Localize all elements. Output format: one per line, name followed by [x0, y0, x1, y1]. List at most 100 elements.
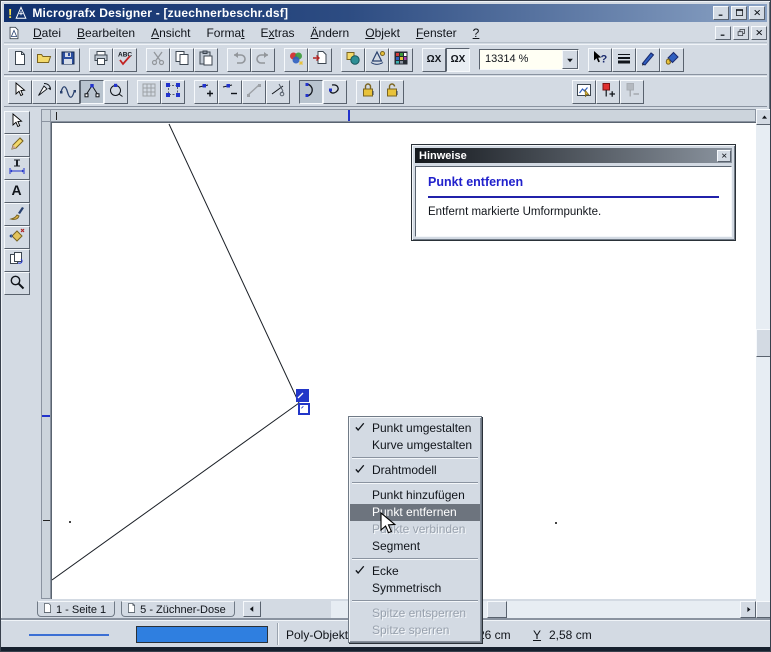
spellcheck-button[interactable]: ABC [113, 48, 137, 72]
remove-point-button[interactable] [218, 80, 242, 104]
hints-title-bar[interactable]: Hinweise [415, 148, 732, 163]
selected-node-handle[interactable] [296, 389, 309, 402]
magnifier-icon [9, 274, 25, 293]
print-button[interactable] [89, 48, 113, 72]
pinremove-icon [624, 82, 640, 101]
folder-icon [36, 50, 52, 69]
fillstyle-icon [664, 50, 680, 69]
page-copy-tool[interactable] [4, 249, 30, 272]
main-toolbar: ABC ΩXΩX 13314 %? [4, 44, 767, 75]
undo-icon [231, 50, 247, 69]
cut-button [146, 48, 170, 72]
preview-button[interactable] [572, 80, 596, 104]
menu-separator [352, 597, 478, 605]
minimize-button[interactable] [713, 6, 729, 20]
document-icon[interactable] [6, 25, 21, 40]
title-bar[interactable]: ! Micrografx Designer - [zuechnerbeschr.… [4, 4, 767, 22]
select-tool[interactable] [4, 111, 30, 134]
scroll-right-button[interactable] [740, 601, 756, 618]
vertical-scroll-thumb[interactable] [756, 329, 771, 357]
arrow-icon [12, 82, 28, 101]
helpptr-icon: ? [592, 50, 608, 69]
open-curve-button[interactable] [299, 80, 323, 104]
menu-bearbeiten[interactable]: Bearbeiten [69, 24, 143, 42]
save-button[interactable] [56, 48, 80, 72]
select-all-points-button[interactable] [161, 80, 185, 104]
menu-[interactable]: ? [465, 24, 488, 42]
menu-extras[interactable]: Extras [252, 24, 302, 42]
copy-button[interactable] [170, 48, 194, 72]
node-handle[interactable] [298, 403, 310, 415]
maximize-button[interactable] [731, 6, 747, 20]
menu-fenster[interactable]: Fenster [408, 24, 465, 42]
menu-format[interactable]: Format [198, 24, 252, 42]
doc-close-button[interactable] [751, 26, 767, 40]
chevron-down-icon[interactable] [562, 50, 578, 69]
context-help-button[interactable]: ? [588, 48, 612, 72]
menu-item-punkt-hinzufügen[interactable]: Punkt hinzufügen [350, 487, 480, 504]
rotate-3d-button[interactable] [365, 48, 389, 72]
menu-item-symmetrisch[interactable]: Symmetrisch [350, 580, 480, 597]
edit-points-button[interactable] [80, 80, 104, 104]
page-tab-5-züchner-dose[interactable]: 5 - Züchner-Dose [121, 601, 235, 617]
zoom-combo[interactable]: 13314 % [479, 49, 579, 70]
closed-curve-button[interactable] [323, 80, 347, 104]
symbols-active-button[interactable]: ΩX [446, 48, 470, 72]
toolbar-separator [290, 80, 299, 104]
paste-icon [198, 50, 214, 69]
shapes-button[interactable] [341, 48, 365, 72]
freehand-tool[interactable] [4, 134, 30, 157]
fill-style-button[interactable] [660, 48, 684, 72]
menu-item-punkt-umgestalten[interactable]: Punkt umgestalten [350, 420, 480, 437]
hints-close-button[interactable] [717, 150, 731, 162]
paste-button[interactable] [194, 48, 218, 72]
color-replace-button[interactable] [284, 48, 308, 72]
close-button[interactable] [749, 6, 765, 20]
cut-point-button[interactable] [266, 80, 290, 104]
fill-color-swatch[interactable] [136, 626, 268, 643]
line-style-preview[interactable] [29, 634, 109, 636]
text-tool[interactable]: A [4, 180, 30, 203]
new-button[interactable] [8, 48, 32, 72]
menu-ansicht[interactable]: Ansicht [143, 24, 198, 42]
tab-scroll-left-button[interactable] [243, 601, 261, 617]
line-width-button[interactable] [612, 48, 636, 72]
menu-item-ecke[interactable]: Ecke [350, 563, 480, 580]
menu-item-punkt-entfernen[interactable]: Punkt entfernen [350, 504, 480, 521]
pen-style-button[interactable] [636, 48, 660, 72]
rotatetool-icon [36, 82, 52, 101]
page-tab-1-seite-1[interactable]: 1 - Seite 1 [37, 601, 115, 617]
menu-item-drahtmodell[interactable]: Drahtmodell [350, 462, 480, 479]
lock-button[interactable] [356, 80, 380, 104]
horizontal-scroll-thumb[interactable] [487, 601, 507, 618]
brush-tool[interactable] [4, 203, 30, 226]
reshape-tool-button[interactable] [56, 80, 80, 104]
symbols-button[interactable]: ΩX [422, 48, 446, 72]
open-button[interactable] [32, 48, 56, 72]
transform-tool[interactable] [4, 226, 30, 249]
menu-item-label: Segment [372, 539, 420, 553]
status-divider [277, 623, 278, 645]
vertical-ruler [41, 122, 51, 599]
menu-item-segment[interactable]: Segment [350, 538, 480, 555]
menu-datei[interactable]: Datei [25, 24, 69, 42]
rotate-tool-button[interactable] [32, 80, 56, 104]
scroll-up-button[interactable] [756, 109, 771, 125]
vertical-scrollbar[interactable] [756, 109, 771, 618]
import-button[interactable] [308, 48, 332, 72]
reshape-closed-button[interactable] [104, 80, 128, 104]
dimension-tool[interactable] [4, 157, 30, 180]
scissors-icon [150, 50, 166, 69]
unlock-button[interactable] [380, 80, 404, 104]
add-point-button[interactable] [194, 80, 218, 104]
filltransform-icon [9, 228, 25, 247]
menu-item-kurve-umgestalten[interactable]: Kurve umgestalten [350, 437, 480, 454]
doc-minimize-button[interactable] [715, 26, 731, 40]
palette-button[interactable] [389, 48, 413, 72]
menu-ändern[interactable]: Ändern [303, 24, 358, 42]
doc-restore-button[interactable] [733, 26, 749, 40]
select-tool-button[interactable] [8, 80, 32, 104]
pin-add-button[interactable] [596, 80, 620, 104]
menu-objekt[interactable]: Objekt [357, 24, 408, 42]
zoom-tool[interactable] [4, 272, 30, 295]
